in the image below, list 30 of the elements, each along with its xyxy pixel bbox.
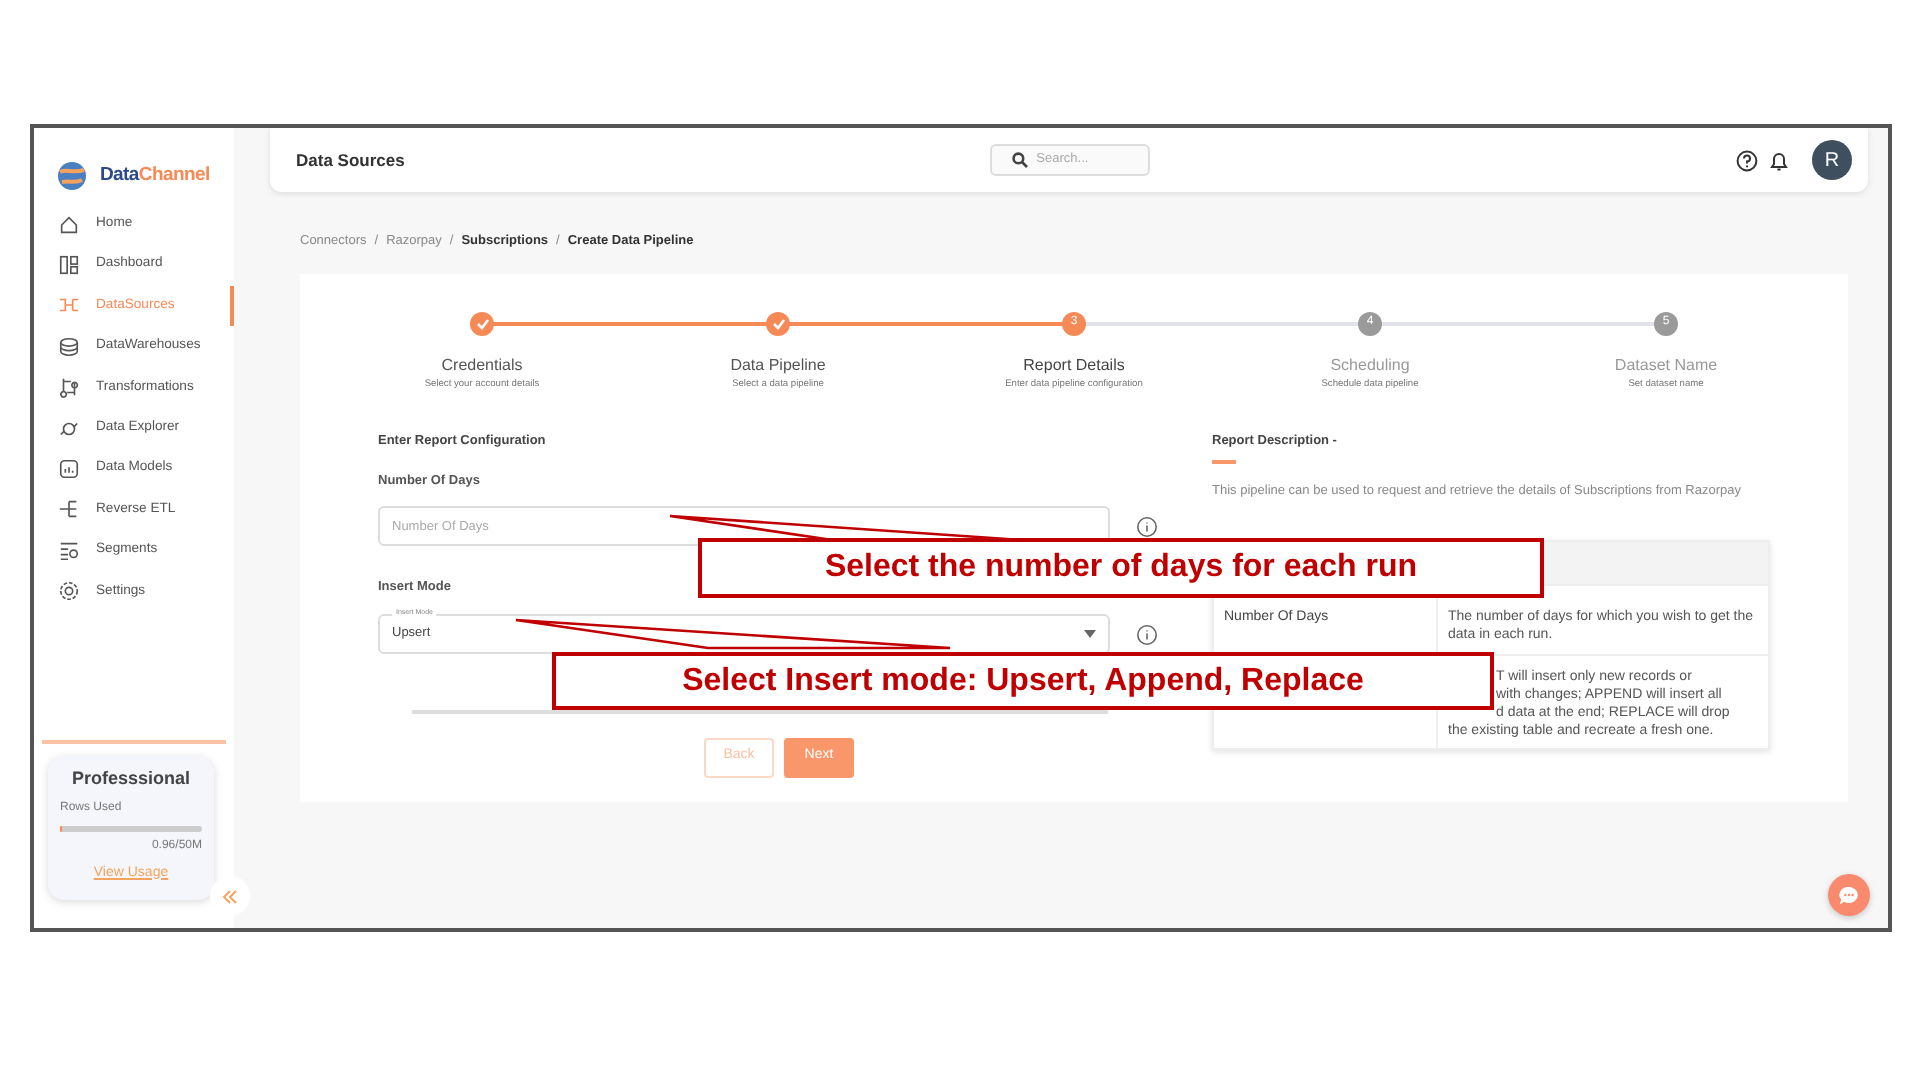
- step-label: Dataset Name: [1614, 353, 1718, 378]
- settings-icon: [58, 580, 80, 603]
- info-icon[interactable]: [1136, 515, 1158, 538]
- info-icon[interactable]: [1136, 623, 1158, 646]
- step-label: Credentials: [441, 353, 523, 378]
- home-icon: [58, 213, 80, 236]
- avatar[interactable]: R: [1812, 140, 1852, 180]
- step-label: Report Details: [1023, 353, 1125, 378]
- branch-icon: [58, 294, 80, 317]
- chat-icon: [1838, 885, 1860, 905]
- flow-icon: [58, 376, 80, 399]
- help-icon[interactable]: [1736, 149, 1758, 171]
- plan-name: Professsional: [69, 766, 193, 792]
- logo-text: DataChannel: [100, 161, 210, 190]
- page-title: Data Sources: [296, 147, 405, 173]
- check-icon: [475, 317, 489, 330]
- dashboard-icon: [58, 254, 80, 277]
- tree-icon: [58, 498, 80, 521]
- check-icon: [771, 317, 785, 330]
- database-icon: [58, 335, 80, 358]
- double-chevron-icon: [222, 889, 238, 903]
- caret-icon: [1084, 630, 1096, 639]
- bell-icon[interactable]: [1770, 149, 1788, 171]
- list-icon: [58, 539, 80, 562]
- step-label: Data Pipeline: [730, 353, 826, 378]
- search-icon: [1012, 152, 1029, 168]
- globe-logo-icon: [54, 158, 90, 194]
- step-label: Scheduling: [1330, 353, 1410, 378]
- chart-icon: [58, 458, 80, 481]
- orbit-icon: [58, 417, 80, 440]
